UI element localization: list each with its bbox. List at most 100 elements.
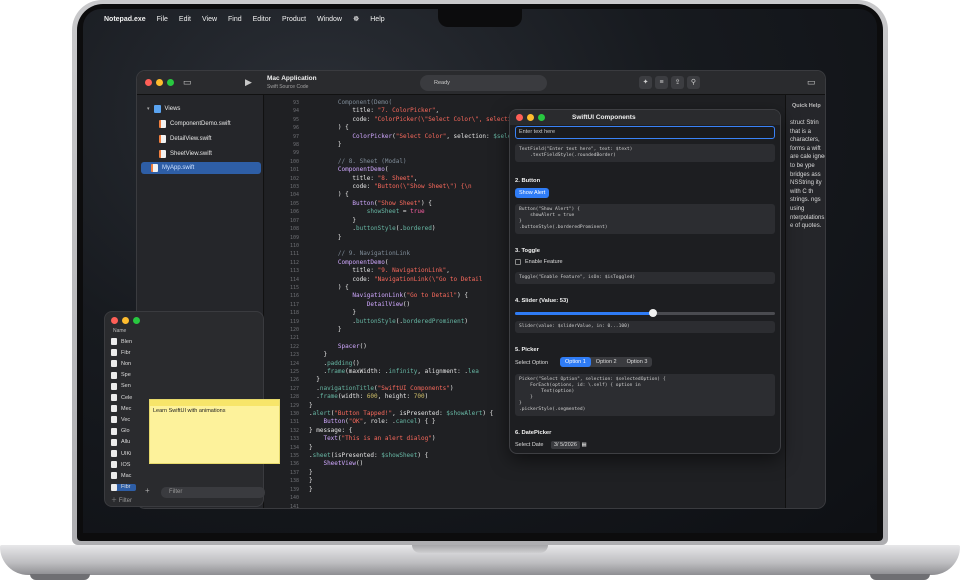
- list-filter[interactable]: ＋ Filter: [111, 495, 132, 504]
- list-item[interactable]: Mec: [111, 405, 131, 413]
- menu-file[interactable]: File: [157, 16, 168, 23]
- line-number: 106: [289, 209, 299, 216]
- list-item[interactable]: UIKi: [111, 450, 131, 457]
- zoom-button[interactable]: [133, 317, 140, 324]
- line-number: 124: [289, 360, 299, 367]
- sidebar-toggle-icon[interactable]: ▭: [183, 77, 192, 88]
- checkbox-icon[interactable]: [515, 259, 521, 265]
- list-item[interactable]: Blen: [111, 338, 132, 345]
- line-number: 108: [289, 226, 299, 233]
- list-item[interactable]: Cele: [111, 394, 132, 401]
- line-number: 107: [289, 217, 299, 224]
- menu-editor[interactable]: Editor: [253, 16, 271, 23]
- list-item[interactable]: Sen: [111, 382, 131, 390]
- line-number: 99: [292, 150, 299, 157]
- line-number: 97: [292, 133, 299, 140]
- slider-fill: [515, 312, 653, 315]
- document-icon: [111, 338, 117, 345]
- sliders-icon[interactable]: ≡: [655, 76, 668, 89]
- line-number: 113: [289, 268, 299, 275]
- line-number: 100: [289, 158, 299, 165]
- pin-icon[interactable]: ⚲: [687, 76, 700, 89]
- list-item[interactable]: IOS: [111, 461, 130, 469]
- run-icon[interactable]: ▶: [245, 77, 252, 88]
- window-controls: [111, 317, 140, 324]
- line-number: 119: [289, 318, 299, 325]
- script-icon[interactable]: ☸: [353, 15, 359, 23]
- picker-option-2[interactable]: Option 2: [591, 357, 622, 367]
- nav-file-sheetview[interactable]: SheetView.swift: [159, 150, 212, 158]
- line-number: 114: [289, 276, 299, 283]
- list-item[interactable]: Glo: [111, 427, 130, 435]
- list-item[interactable]: Vec: [111, 416, 130, 424]
- line-number: 110: [289, 242, 299, 249]
- menu-view[interactable]: View: [202, 16, 217, 23]
- activity-status: Ready: [420, 75, 547, 91]
- minimize-button[interactable]: [122, 317, 129, 324]
- line-number: 139: [289, 486, 299, 493]
- text-input[interactable]: Enter text here: [515, 126, 775, 139]
- folder-icon: [153, 105, 161, 113]
- list-item[interactable]: Non: [111, 360, 131, 368]
- plus-icon[interactable]: ＋: [111, 498, 117, 504]
- document-icon: [111, 371, 117, 379]
- nav-file-detailview[interactable]: DetailView.swift: [159, 135, 212, 143]
- minimize-button[interactable]: [527, 114, 534, 121]
- line-number: 103: [289, 184, 299, 191]
- list-item[interactable]: Fibr: [111, 483, 137, 491]
- nav-folder-views[interactable]: ▾ Views: [147, 105, 180, 113]
- add-icon[interactable]: +: [145, 486, 150, 495]
- line-number: 102: [289, 175, 299, 182]
- show-alert-button[interactable]: Show Alert: [515, 188, 550, 198]
- line-number: 122: [289, 343, 299, 350]
- line-number: 123: [289, 352, 299, 359]
- toggle-code: Toggle("Enable Feature", isOn: $isToggle…: [515, 272, 775, 284]
- inspector-toggle-icon[interactable]: ▭: [807, 77, 816, 88]
- line-number: 94: [292, 108, 299, 115]
- close-button[interactable]: [145, 79, 152, 86]
- close-button[interactable]: [516, 114, 523, 121]
- line-number: 116: [289, 293, 299, 300]
- slider-knob[interactable]: [648, 309, 657, 317]
- filter-placeholder: Filter: [169, 489, 183, 495]
- calendar-icon[interactable]: ▦: [581, 442, 586, 448]
- menu-edit[interactable]: Edit: [179, 16, 191, 23]
- nav-file-componentdemo[interactable]: ComponentDemo.swift: [159, 120, 231, 128]
- zoom-button[interactable]: [167, 79, 174, 86]
- value-slider[interactable]: [515, 309, 775, 317]
- inspector-panel: Quick Help struct Strin that is a charac…: [785, 95, 825, 508]
- document-icon: [111, 382, 117, 390]
- menu-find[interactable]: Find: [228, 16, 242, 23]
- filter-field[interactable]: Filter: [161, 487, 265, 498]
- section-picker-title: 5. Picker: [515, 347, 539, 353]
- menu-product[interactable]: Product: [282, 16, 306, 23]
- list-item[interactable]: Mac: [111, 472, 131, 480]
- sticky-note[interactable]: Learn SwiftUI with animations: [149, 399, 280, 464]
- magic-icon[interactable]: ✦: [639, 76, 652, 89]
- share-icon[interactable]: ⇪: [671, 76, 684, 89]
- date-field[interactable]: 3/ 5/2026: [550, 441, 580, 449]
- close-button[interactable]: [111, 317, 118, 324]
- line-number: 93: [292, 100, 299, 106]
- line-number: 112: [289, 259, 299, 266]
- list-item[interactable]: Allu: [111, 438, 130, 446]
- quick-help-title: Quick Help: [792, 103, 821, 109]
- zoom-button[interactable]: [538, 114, 545, 121]
- swift-file-icon: [151, 164, 158, 172]
- menu-help[interactable]: Help: [370, 16, 384, 23]
- sticky-note-text[interactable]: Learn SwiftUI with animations: [150, 406, 279, 416]
- list-item[interactable]: Spe: [111, 371, 131, 379]
- picker-option-1[interactable]: Option 1: [560, 357, 591, 367]
- list-item[interactable]: Fibr: [111, 349, 130, 357]
- picker-option-3[interactable]: Option 3: [622, 357, 653, 367]
- screen: Notepad.exe File Edit View Find Editor P…: [83, 9, 877, 533]
- line-number: 125: [289, 369, 299, 375]
- list-column-header[interactable]: Name: [113, 328, 126, 334]
- enable-feature-toggle[interactable]: Enable Feature: [515, 259, 563, 265]
- menu-window[interactable]: Window: [317, 16, 342, 23]
- menu-app-name[interactable]: Notepad.exe: [104, 16, 146, 23]
- date-picker-row[interactable]: Select Date 3/ 5/2026 ▦: [515, 441, 587, 449]
- line-number: 118: [289, 310, 299, 317]
- minimize-button[interactable]: [156, 79, 163, 86]
- nav-file-myapp[interactable]: MyApp.swift: [141, 162, 261, 174]
